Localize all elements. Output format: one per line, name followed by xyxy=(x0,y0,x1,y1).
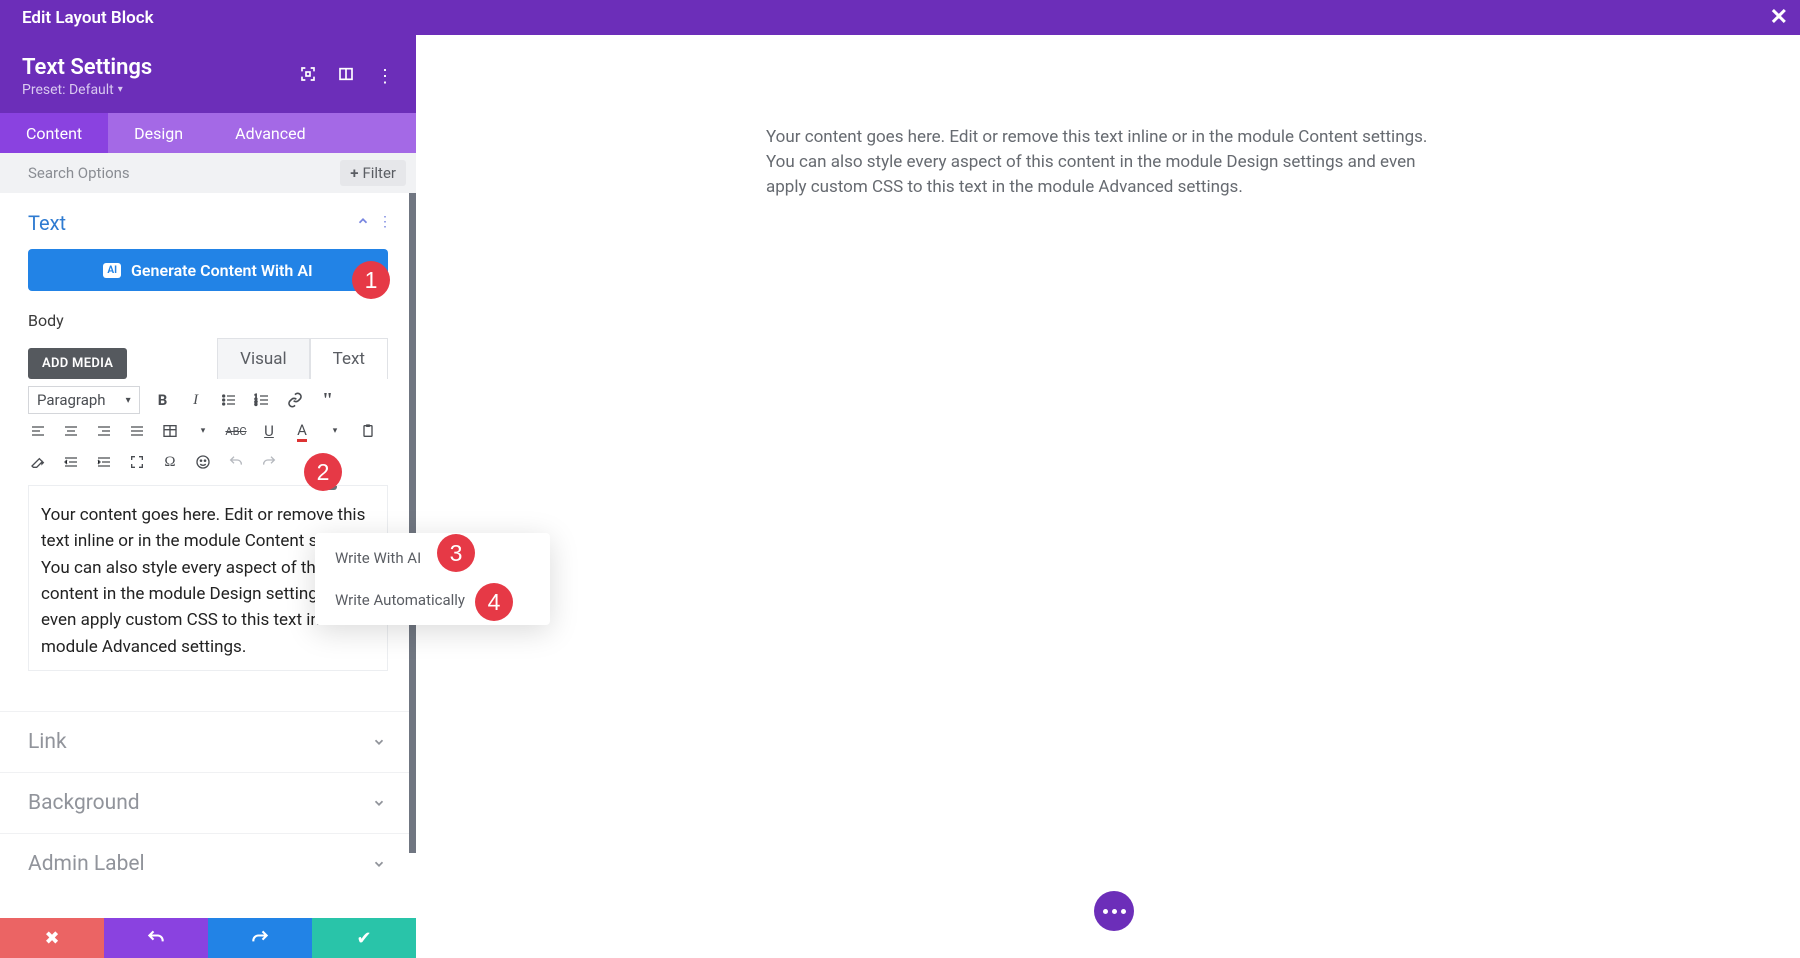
chevron-down-icon xyxy=(372,857,386,871)
list-ol-icon[interactable]: 123 xyxy=(252,390,272,410)
section-background[interactable]: Background xyxy=(0,772,416,833)
italic-icon[interactable]: I xyxy=(186,390,206,410)
align-right-icon[interactable] xyxy=(94,421,114,441)
redo-icon[interactable] xyxy=(259,452,279,472)
page-fab-button[interactable] xyxy=(1094,891,1134,931)
ai-mini-icon[interactable]: AI xyxy=(317,485,337,490)
paragraph-select[interactable]: Paragraph▾ xyxy=(28,386,140,414)
filter-button[interactable]: + Filter xyxy=(340,160,406,186)
emoji-icon[interactable] xyxy=(193,452,213,472)
preset-selector[interactable]: Preset: Default ▾ xyxy=(22,82,152,98)
section-text-label: Text xyxy=(28,211,66,235)
editor-tab-text[interactable]: Text xyxy=(310,338,388,379)
tab-content[interactable]: Content xyxy=(0,113,108,153)
omega-icon[interactable]: Ω xyxy=(160,452,180,472)
list-ul-icon[interactable] xyxy=(219,390,239,410)
editor-tab-visual[interactable]: Visual xyxy=(217,338,309,379)
close-icon[interactable]: ✕ xyxy=(1770,5,1788,30)
eraser-icon[interactable] xyxy=(28,452,48,472)
action-bar: ✖ ✔ xyxy=(0,918,416,958)
bold-icon[interactable]: B xyxy=(153,390,173,410)
body-field-label: Body xyxy=(0,291,416,338)
chevron-down-icon xyxy=(372,796,386,810)
main-tabs: Content Design Advanced xyxy=(0,113,416,153)
paste-icon[interactable] xyxy=(358,421,378,441)
titlebar-title: Edit Layout Block xyxy=(22,8,154,28)
section-admin-label[interactable]: Admin Label xyxy=(0,833,416,879)
settings-subheader: Text Settings Preset: Default ▾ ⋮ xyxy=(0,35,416,113)
settings-title: Text Settings xyxy=(22,55,152,80)
section-admin-label-text: Admin Label xyxy=(28,852,145,876)
ai-badge-icon: AI xyxy=(103,263,121,278)
add-media-button[interactable]: ADD MEDIA xyxy=(28,348,127,379)
undo-icon[interactable] xyxy=(226,452,246,472)
section-background-label: Background xyxy=(28,791,140,815)
tab-advanced[interactable]: Advanced xyxy=(209,113,332,153)
plus-icon: + xyxy=(350,164,358,182)
preview-pane: Your content goes here. Edit or remove t… xyxy=(416,35,1800,958)
table-icon[interactable] xyxy=(160,421,180,441)
outdent-icon[interactable] xyxy=(61,452,81,472)
underline-icon[interactable]: U xyxy=(259,421,279,441)
undo-button[interactable] xyxy=(104,918,208,958)
align-center-icon[interactable] xyxy=(61,421,81,441)
columns-icon[interactable] xyxy=(338,66,354,86)
collapse-up-icon[interactable] xyxy=(356,214,370,232)
ai-context-menu: Write With AI Write Automatically xyxy=(315,533,550,625)
save-button[interactable]: ✔ xyxy=(312,918,416,958)
editor-toolbar: Paragraph▾ B I 123 " ▾ ABC U A ▾ xyxy=(0,379,416,477)
strikethrough-icon[interactable]: ABC xyxy=(226,421,246,441)
generate-ai-button[interactable]: AI Generate Content With AI xyxy=(28,249,388,291)
cancel-button[interactable]: ✖ xyxy=(0,918,104,958)
focus-icon[interactable] xyxy=(300,66,316,86)
link-icon[interactable] xyxy=(285,390,305,410)
scrollbar[interactable] xyxy=(409,193,416,853)
indent-icon[interactable] xyxy=(94,452,114,472)
chevron-down-icon xyxy=(372,735,386,749)
generate-ai-label: Generate Content With AI xyxy=(131,261,313,280)
redo-button[interactable] xyxy=(208,918,312,958)
section-link-label: Link xyxy=(28,730,67,754)
align-left-icon[interactable] xyxy=(28,421,48,441)
table-caret-icon[interactable]: ▾ xyxy=(193,421,213,441)
preview-text[interactable]: Your content goes here. Edit or remove t… xyxy=(766,125,1438,200)
caret-down-icon: ▾ xyxy=(118,84,123,95)
menu-write-with-ai[interactable]: Write With AI xyxy=(315,537,550,579)
svg-text:3: 3 xyxy=(254,401,257,407)
more-icon[interactable]: ⋮ xyxy=(376,66,394,87)
text-color-icon[interactable]: A xyxy=(292,421,312,441)
search-filter-row: Search Options + Filter xyxy=(0,153,416,193)
quote-icon[interactable]: " xyxy=(318,390,338,410)
section-text-header[interactable]: Text ⋮ xyxy=(0,193,416,249)
section-more-icon[interactable]: ⋮ xyxy=(378,214,392,232)
tab-design[interactable]: Design xyxy=(108,113,209,153)
menu-write-automatically[interactable]: Write Automatically xyxy=(315,579,550,621)
fullscreen-icon[interactable] xyxy=(127,452,147,472)
title-bar: Edit Layout Block ✕ xyxy=(0,0,1800,35)
align-justify-icon[interactable] xyxy=(127,421,147,441)
section-link[interactable]: Link xyxy=(0,711,416,772)
search-input[interactable]: Search Options xyxy=(28,164,130,182)
text-color-caret-icon[interactable]: ▾ xyxy=(325,421,345,441)
